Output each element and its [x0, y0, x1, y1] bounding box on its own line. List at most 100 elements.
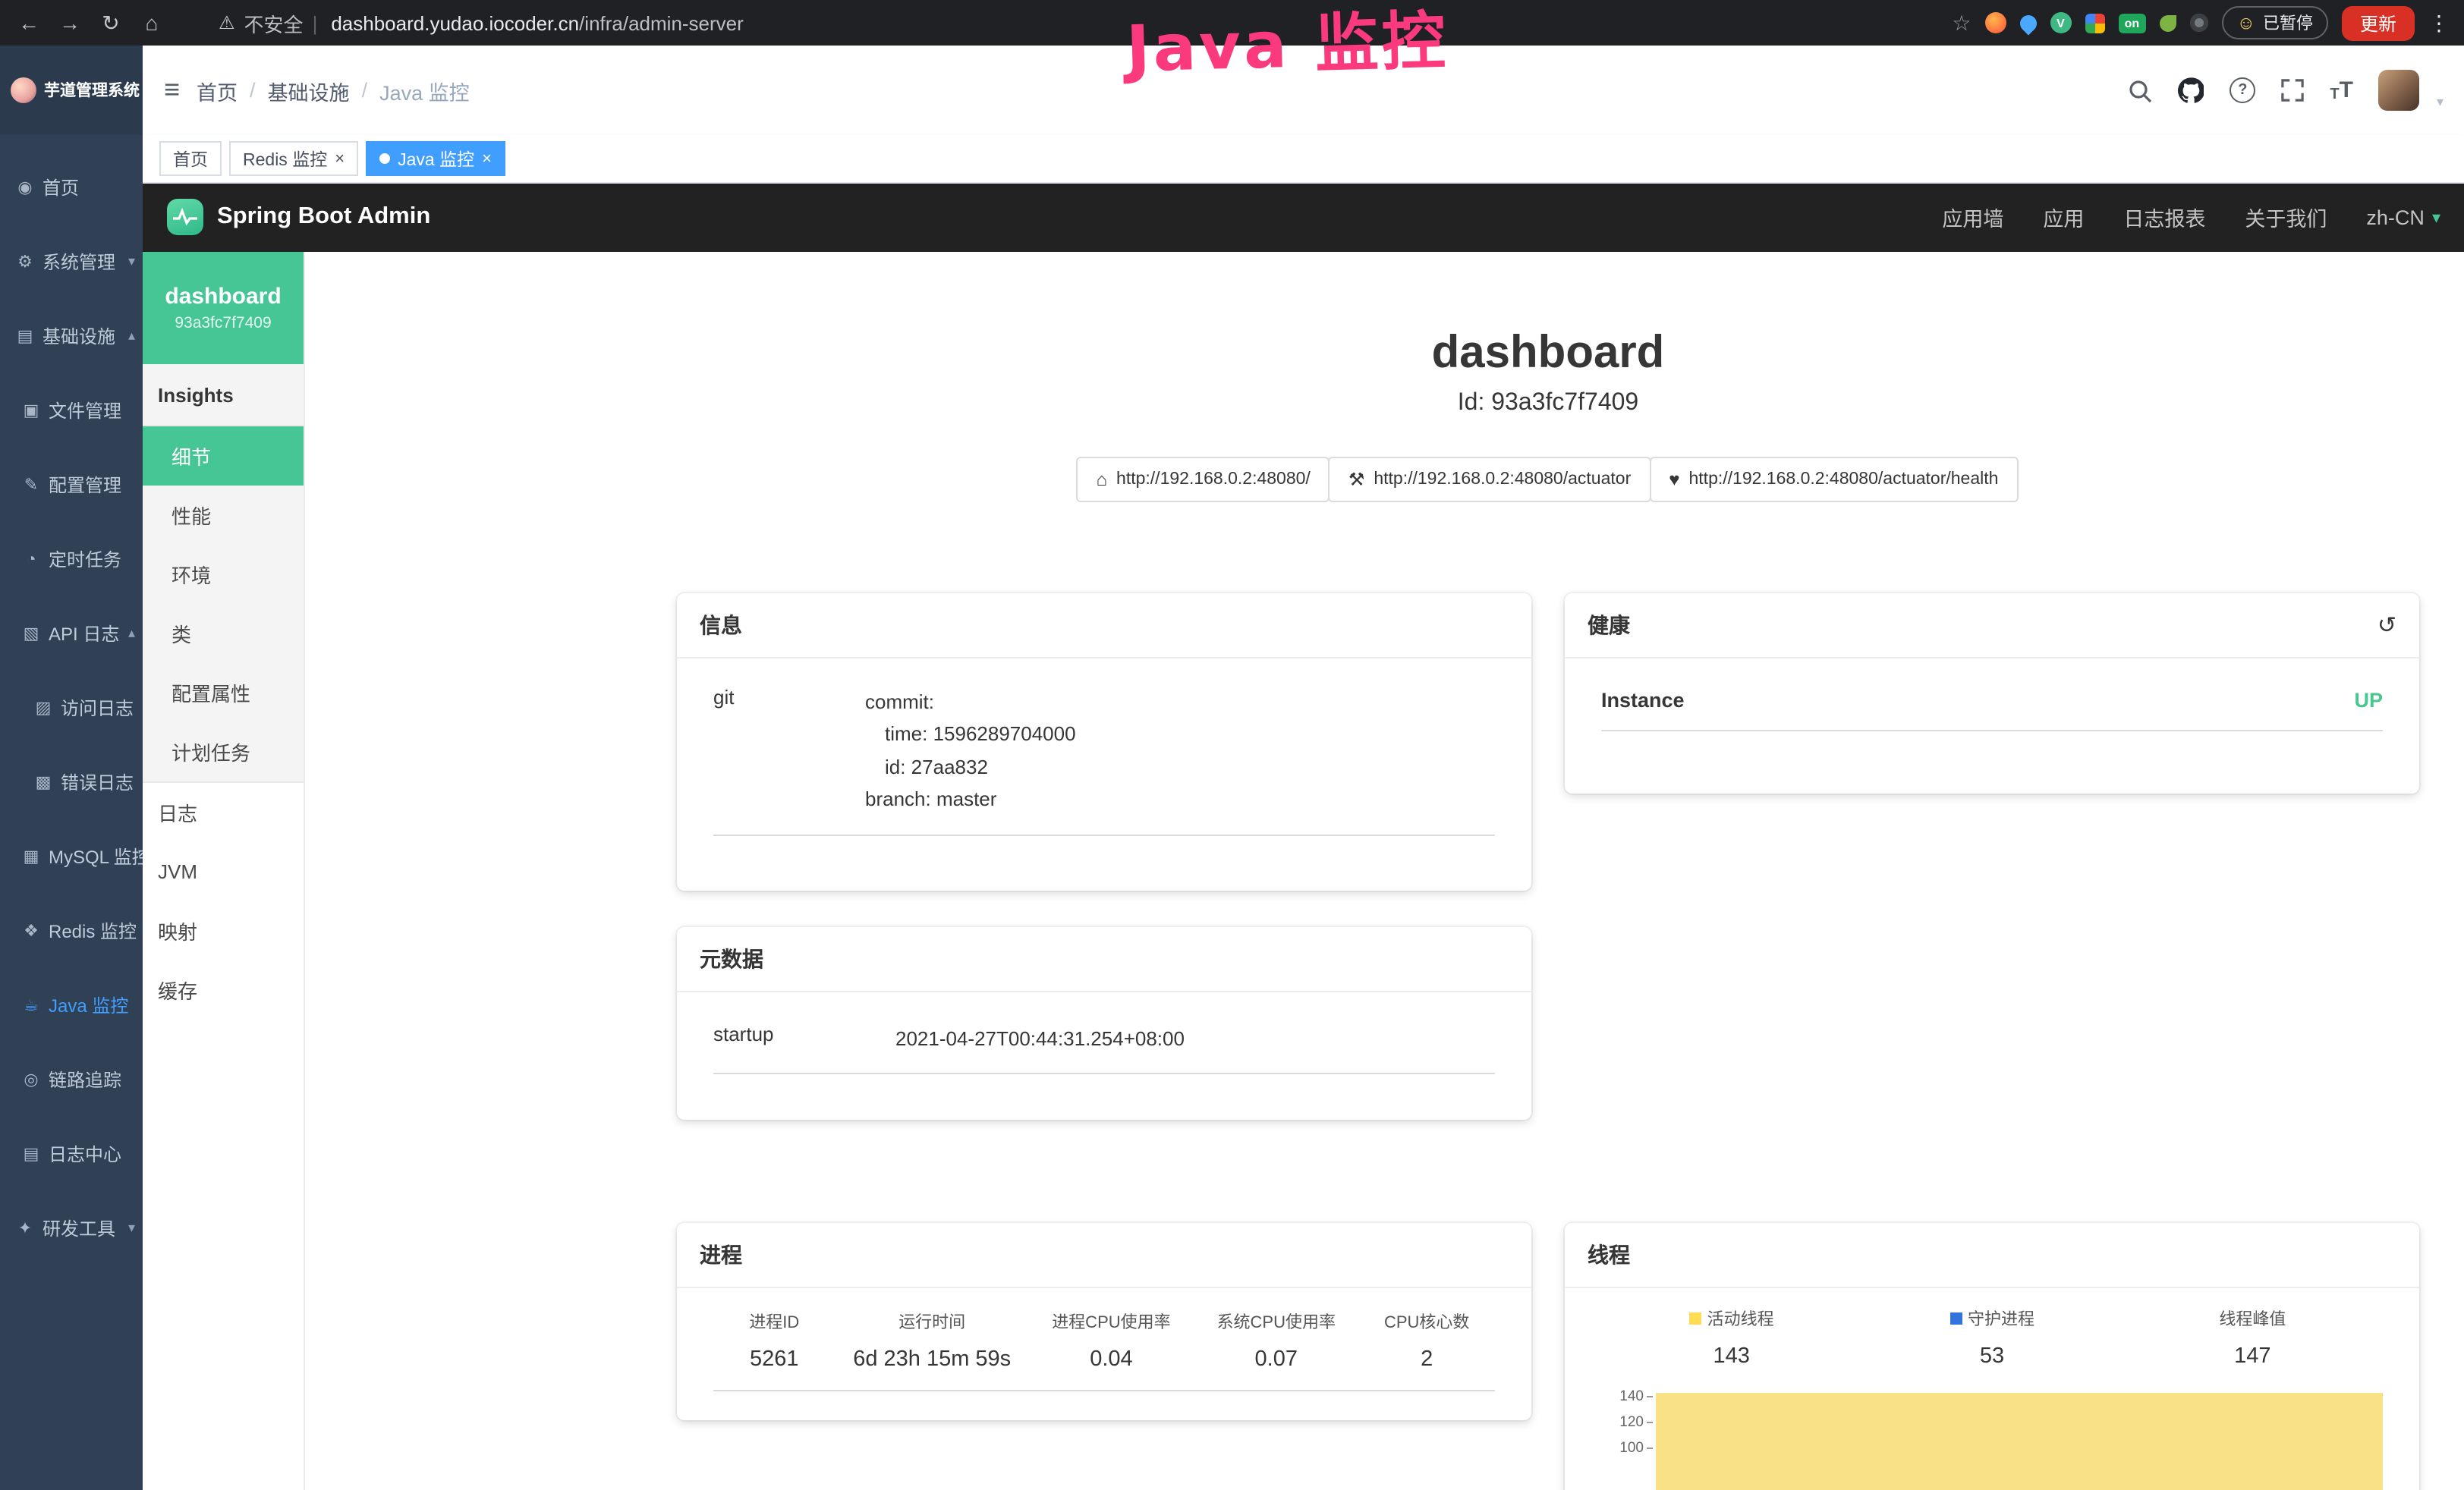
sba-logo-icon[interactable] [167, 199, 203, 235]
extension-on-badge[interactable]: on [2118, 13, 2145, 33]
mysql-icon: ▦ [21, 847, 41, 866]
sba-nav-journal[interactable]: 日志报表 [2123, 202, 2205, 232]
extension-pin-icon[interactable] [2189, 14, 2208, 32]
java-monitor-icon: ☕ [21, 995, 41, 1015]
service-url-button[interactable]: ⌂ http://192.168.0.2:48080/ [1077, 457, 1330, 502]
sidebar-item-label: 基础设施 [42, 323, 115, 349]
sba-item-details[interactable]: 细节 [143, 426, 304, 486]
sidebar-item-redis-monitor[interactable]: ❖ Redis 监控 [0, 894, 143, 968]
sidebar-item-tracing[interactable]: ◎ 链路追踪 [0, 1042, 143, 1117]
health-heart-icon: ♥ [1669, 469, 1679, 490]
sidebar-item-java-monitor[interactable]: ☕ Java 监控 [0, 968, 143, 1042]
extension-palette-icon[interactable] [2085, 13, 2104, 33]
sba-nav-wallboard[interactable]: 应用墙 [1942, 202, 2003, 232]
instance-links: ⌂ http://192.168.0.2:48080/ ⚒ http://192… [677, 457, 2419, 502]
reload-icon[interactable]: ↻ [97, 10, 124, 36]
info-row-value: commit: time: 1596289704000 id: 27aa832 … [865, 686, 1076, 816]
extension-drop-icon[interactable] [2016, 11, 2040, 34]
main-content: dashboard Id: 93a3fc7f7409 ⌂ http://192.… [304, 252, 2464, 1490]
health-url: http://192.168.0.2:48080/actuator/health [1689, 470, 1999, 489]
forward-icon[interactable]: → [56, 11, 83, 35]
sba-item-config-props[interactable]: 配置属性 [143, 663, 304, 722]
extension-fire-icon[interactable] [1984, 12, 2006, 33]
sidebar-item-files[interactable]: ▣ 文件管理 [0, 373, 143, 448]
sidebar-item-api-logs[interactable]: ▧ API 日志 ▴ [0, 596, 143, 671]
bookmark-star-icon[interactable]: ☆ [1952, 10, 1971, 36]
close-icon[interactable]: × [335, 149, 345, 168]
info-row-label: git [713, 686, 865, 816]
health-url-button[interactable]: ♥ http://192.168.0.2:48080/actuator/heal… [1649, 457, 2018, 502]
back-icon[interactable]: ← [15, 11, 42, 35]
instance-header[interactable]: dashboard 93a3fc7f7409 [143, 252, 304, 364]
stat-value-uptime: 6d 23h 15m 59s [835, 1347, 1029, 1390]
sidebar-logo[interactable]: 芋道管理系统 [0, 46, 143, 135]
sba-item-classes[interactable]: 类 [143, 604, 304, 663]
sba-item-jvm[interactable]: JVM [143, 842, 304, 901]
sidebar-item-mysql-monitor[interactable]: ▦ MySQL 监控 [0, 819, 143, 894]
sidebar-item-config[interactable]: ✎ 配置管理 [0, 448, 143, 522]
breadcrumb-separator: / [250, 79, 256, 102]
sidebar-item-access-logs[interactable]: ▨ 访问日志 [0, 671, 143, 745]
sba-item-caches[interactable]: 缓存 [143, 960, 304, 1020]
page-instance-id: Id: 93a3fc7f7409 [677, 390, 2419, 417]
hamburger-icon[interactable]: ≡ [164, 74, 180, 106]
threads-card-title: 线程 [1588, 1240, 1630, 1270]
font-size-icon[interactable]: TT [2330, 77, 2353, 103]
sidebar-item-label: 链路追踪 [49, 1067, 121, 1092]
app-navbar: ≡ 首页 / 基础设施 / Java 监控 ? TT ▾ [143, 46, 2464, 135]
paused-badge[interactable]: ☺ 已暂停 [2221, 6, 2328, 39]
security-chip[interactable]: ⚠ 不安全 | [219, 8, 317, 37]
threads-legend: 活动线程 143 守护进程 53 线程峰值 147 [1601, 1306, 2383, 1369]
sidebar-item-system[interactable]: ⚙ 系统管理 ▾ [0, 225, 143, 299]
sba-item-scheduled-tasks[interactable]: 计划任务 [143, 722, 304, 781]
legend-label: 守护进程 [1968, 1306, 2034, 1331]
user-avatar[interactable] [2379, 70, 2420, 111]
sba-nav-about[interactable]: 关于我们 [2245, 202, 2327, 232]
instance-name: dashboard [165, 284, 281, 310]
github-icon[interactable] [2178, 77, 2204, 103]
help-icon[interactable]: ? [2230, 77, 2255, 103]
extension-vue-icon[interactable]: V [2050, 12, 2071, 33]
sidebar-item-home[interactable]: ◉ 首页 [0, 150, 143, 225]
sba-item-logs[interactable]: 日志 [143, 783, 304, 842]
history-icon[interactable]: ↺ [2377, 611, 2396, 639]
fullscreen-icon[interactable] [2281, 79, 2304, 102]
metadata-row-startup: startup 2021-04-27T00:44:31.254+08:00 [713, 1017, 1495, 1075]
git-commit-line: commit: [865, 686, 1076, 718]
health-card-body: Instance UP [1565, 659, 2419, 756]
sidebar-item-devtools[interactable]: ✦ 研发工具 ▾ [0, 1191, 143, 1265]
sba-nav-applications[interactable]: 应用 [2043, 202, 2084, 232]
stat-value-cpus: 2 [1358, 1347, 1495, 1390]
breadcrumb-infra[interactable]: 基础设施 [268, 75, 350, 105]
health-card-header: 健康 ↺ [1565, 593, 2419, 659]
y-tick-label: 100 [1619, 1440, 1644, 1457]
search-icon[interactable] [2128, 78, 2152, 102]
address-bar[interactable]: dashboard.yudao.iocoder.cn/infra/admin-s… [331, 11, 743, 34]
info-card-header: 信息 [677, 593, 1531, 659]
browser-menu-icon[interactable]: ⋮ [2428, 10, 2450, 36]
sidebar-item-log-center[interactable]: ▤ 日志中心 [0, 1117, 143, 1191]
instance-id: 93a3fc7f7409 [175, 314, 271, 332]
tick-mark [1647, 1396, 1653, 1397]
tab-redis-monitor[interactable]: Redis 监控 × [229, 141, 358, 176]
sba-item-mappings[interactable]: 映射 [143, 901, 304, 960]
threads-chart-plot [1656, 1384, 2383, 1461]
health-instance-row: Instance UP [1601, 683, 2383, 731]
chrome-update-button[interactable]: 更新 [2342, 5, 2415, 40]
browser-home-icon[interactable]: ⌂ [138, 11, 165, 35]
peak-threads-value: 147 [2123, 1344, 2383, 1369]
tab-java-monitor[interactable]: Java 监控 × [366, 141, 505, 176]
tab-home[interactable]: 首页 [159, 141, 222, 176]
extension-leaf-icon[interactable] [2159, 14, 2176, 31]
info-card-title: 信息 [700, 610, 742, 640]
security-label: 不安全 [244, 8, 304, 37]
sidebar-item-error-logs[interactable]: ▩ 错误日志 [0, 745, 143, 819]
actuator-url-button[interactable]: ⚒ http://192.168.0.2:48080/actuator [1329, 457, 1651, 502]
sba-item-metrics[interactable]: 性能 [143, 486, 304, 545]
close-icon[interactable]: × [482, 149, 492, 168]
sidebar-item-scheduled-tasks[interactable]: ◔ 定时任务 [0, 522, 143, 596]
sba-locale-select[interactable]: zh-CN ▾ [2366, 206, 2440, 228]
breadcrumb-home[interactable]: 首页 [197, 75, 238, 105]
sba-item-environment[interactable]: 环境 [143, 545, 304, 604]
sidebar-item-infra[interactable]: ▤ 基础设施 ▴ [0, 299, 143, 373]
